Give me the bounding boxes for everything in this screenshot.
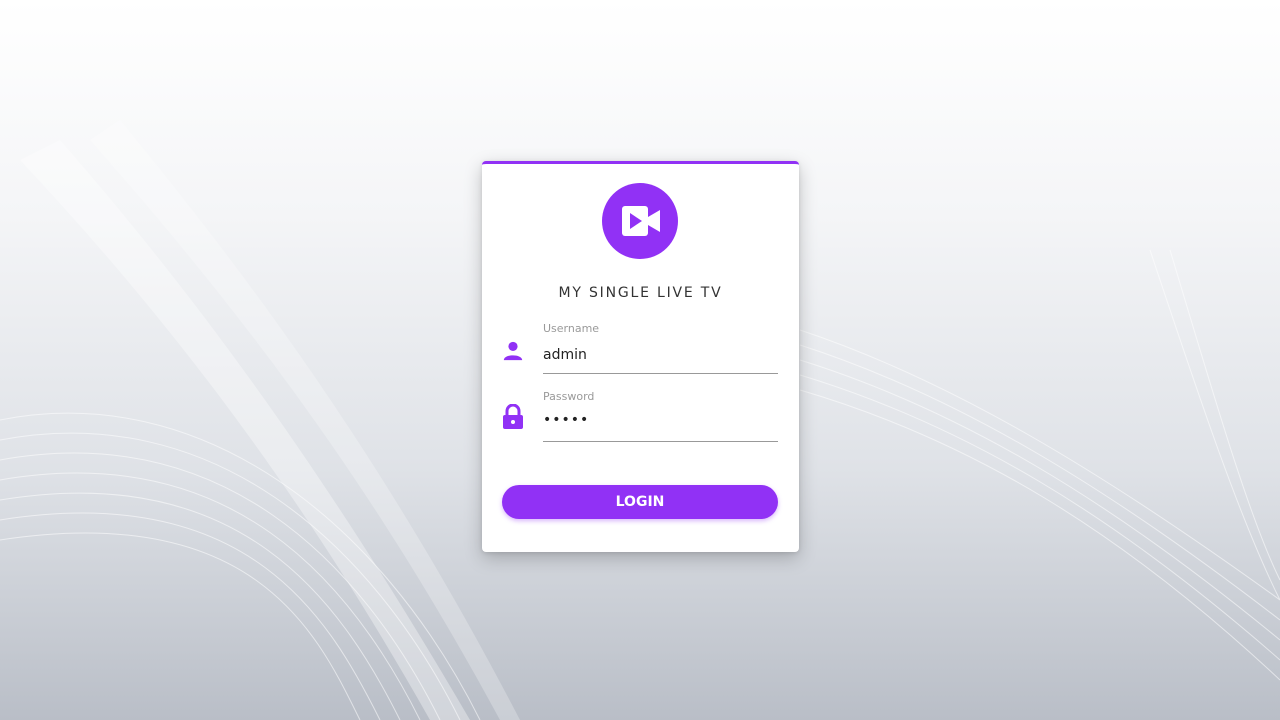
login-card: MY SINGLE LIVE TV Username Password ••••… <box>482 161 799 552</box>
password-label: Password <box>543 390 595 403</box>
password-field: Password ••••• <box>502 388 778 446</box>
logo <box>602 183 678 259</box>
username-field: Username <box>502 320 778 378</box>
password-input[interactable]: ••••• <box>543 412 778 434</box>
lock-icon <box>503 404 523 429</box>
user-icon <box>503 341 523 361</box>
username-label: Username <box>543 322 600 335</box>
app-title: MY SINGLE LIVE TV <box>558 285 723 301</box>
username-input[interactable] <box>543 344 778 366</box>
video-camera-icon <box>622 206 660 236</box>
username-underline <box>543 373 778 374</box>
password-underline <box>543 441 778 442</box>
login-button[interactable]: LOGIN <box>502 485 778 519</box>
